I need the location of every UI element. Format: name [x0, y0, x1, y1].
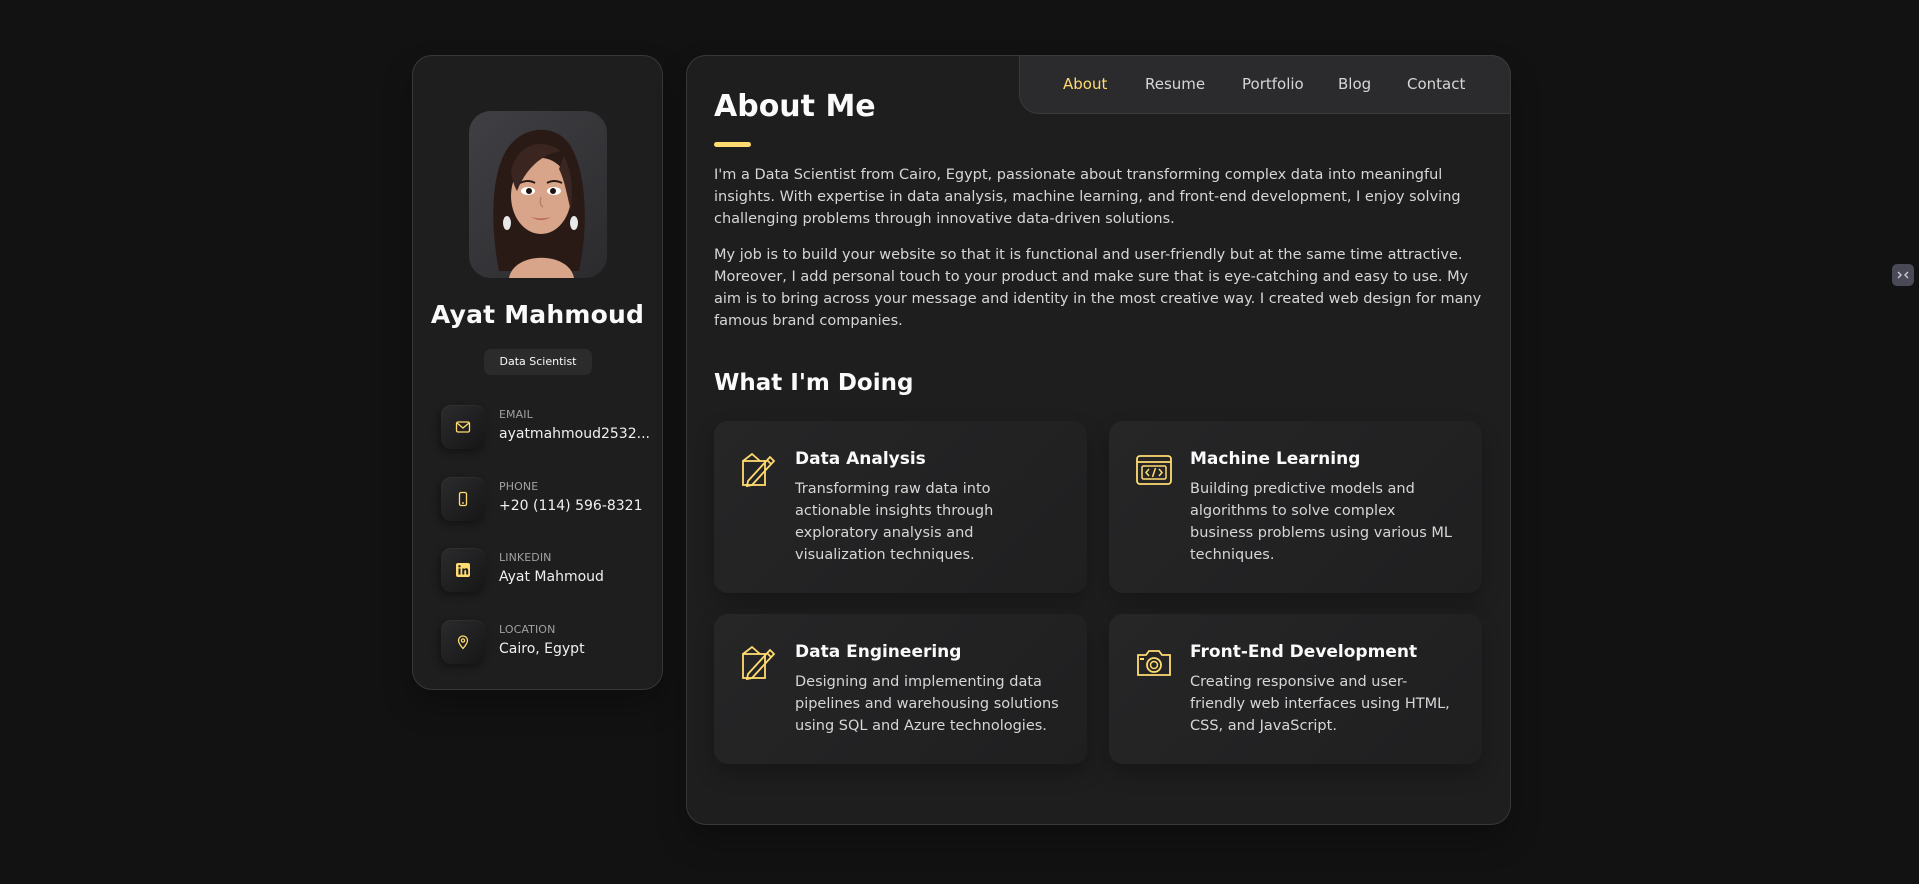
linkedin-link[interactable]: Ayat Mahmoud — [499, 569, 651, 585]
profile-sidebar: Ayat Mahmoud Data Scientist Email ayatma… — [412, 55, 663, 690]
about-paragraph: I'm a Data Scientist from Cairo, Egypt, … — [714, 167, 1461, 227]
design-pencil-icon — [740, 451, 778, 489]
service-card-machine-learning: Machine Learning Building predictive mod… — [1109, 421, 1482, 593]
page-title: About Me — [714, 89, 876, 124]
contact-label: Phone — [499, 480, 539, 493]
nav-about[interactable]: About — [1063, 75, 1107, 93]
service-title: Data Engineering — [795, 642, 962, 662]
service-text: Creating responsive and user-friendly we… — [1190, 674, 1450, 734]
extension-widget-icon[interactable] — [1892, 264, 1914, 286]
service-text: Building predictive models and algorithm… — [1190, 481, 1453, 563]
title-underline — [714, 142, 751, 147]
service-card-data-engineering: Data Engineering Designing and implement… — [714, 614, 1087, 764]
contact-phone[interactable]: Phone +20 (114) 596-8321 — [441, 477, 651, 523]
service-card-front-end: Front-End Development Creating responsiv… — [1109, 614, 1482, 764]
service-title: Front-End Development — [1190, 642, 1418, 662]
service-text: Transforming raw data into actionable in… — [795, 481, 994, 563]
service-title: Data Analysis — [795, 449, 926, 469]
contact-location: Location Cairo, Egypt — [441, 620, 651, 666]
service-title: Machine Learning — [1190, 449, 1361, 469]
phone-link[interactable]: +20 (114) 596-8321 — [499, 498, 651, 514]
nav-blog[interactable]: Blog — [1338, 75, 1371, 93]
mail-icon — [441, 405, 485, 449]
contact-label: Linkedin — [499, 551, 552, 564]
location-value: Cairo, Egypt — [499, 641, 585, 657]
memoji-avatar-icon — [493, 129, 585, 278]
main-content: About Resume Portfolio Blog Contact Abou… — [686, 55, 1511, 825]
phone-icon — [441, 477, 485, 521]
nav-portfolio[interactable]: Portfolio — [1242, 75, 1304, 93]
camera-icon — [1135, 644, 1173, 682]
contact-label: Email — [499, 408, 533, 421]
section-title: What I'm Doing — [714, 370, 914, 396]
avatar — [469, 111, 607, 278]
contact-linkedin[interactable]: Linkedin Ayat Mahmoud — [441, 548, 651, 594]
contact-label: Location — [499, 623, 556, 636]
design-pencil-icon — [740, 644, 778, 682]
code-window-icon — [1135, 451, 1173, 489]
navbar: About Resume Portfolio Blog Contact — [1019, 55, 1511, 114]
email-link[interactable]: ayatmahmoud2532... — [499, 426, 651, 442]
about-paragraph: My job is to build your website so that … — [714, 247, 1482, 329]
nav-resume[interactable]: Resume — [1145, 75, 1205, 93]
contact-email[interactable]: Email ayatmahmoud2532... — [441, 405, 651, 451]
profile-name: Ayat Mahmoud — [430, 300, 645, 329]
nav-contact[interactable]: Contact — [1407, 75, 1465, 93]
service-text: Designing and implementing data pipeline… — [795, 674, 1059, 734]
linkedin-icon — [441, 548, 485, 592]
service-card-data-analysis: Data Analysis Transforming raw data into… — [714, 421, 1087, 593]
location-icon — [441, 620, 485, 664]
profile-title-badge: Data Scientist — [484, 349, 592, 375]
